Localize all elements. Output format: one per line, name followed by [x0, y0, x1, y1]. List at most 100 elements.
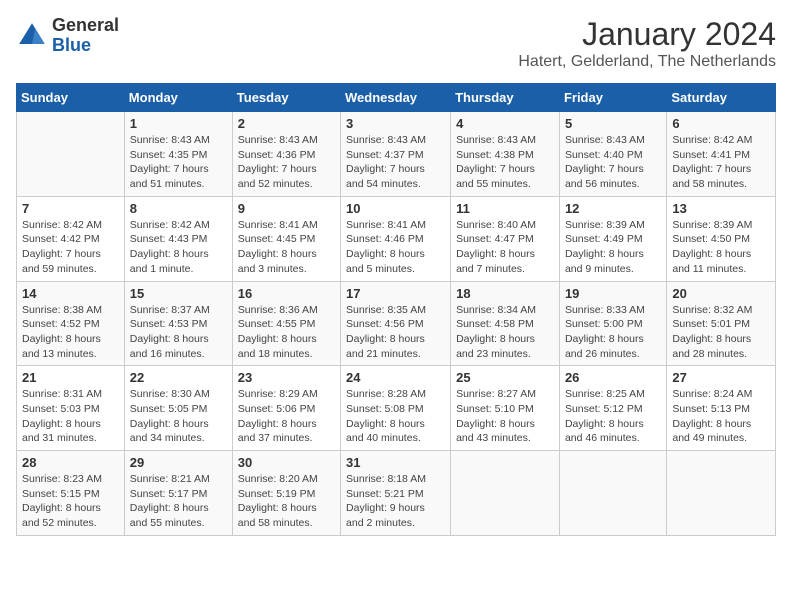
- header-day-saturday: Saturday: [667, 84, 776, 112]
- day-info: Sunrise: 8:43 AM Sunset: 4:36 PM Dayligh…: [238, 133, 335, 192]
- header-day-wednesday: Wednesday: [341, 84, 451, 112]
- calendar-cell: 25 Sunrise: 8:27 AM Sunset: 5:10 PM Dayli…: [451, 366, 560, 451]
- day-number: 21: [22, 370, 119, 385]
- calendar-header: SundayMondayTuesdayWednesdayThursdayFrid…: [17, 84, 776, 112]
- calendar-body: 1 Sunrise: 8:43 AM Sunset: 4:35 PM Daylig…: [17, 112, 776, 536]
- calendar-cell: 31 Sunrise: 8:18 AM Sunset: 5:21 PM Dayli…: [341, 451, 451, 536]
- day-number: 9: [238, 201, 335, 216]
- header-day-thursday: Thursday: [451, 84, 560, 112]
- logo-icon: [16, 20, 48, 52]
- calendar-cell: 6 Sunrise: 8:42 AM Sunset: 4:41 PM Daylig…: [667, 112, 776, 197]
- title-block: January 2024 Hatert, Gelderland, The Net…: [518, 16, 776, 71]
- calendar-cell: 7Sunrise: 8:42 AM Sunset: 4:42 PM Daylig…: [17, 196, 125, 281]
- header-day-tuesday: Tuesday: [232, 84, 340, 112]
- day-number: 16: [238, 286, 335, 301]
- calendar-table: SundayMondayTuesdayWednesdayThursdayFrid…: [16, 83, 776, 536]
- day-number: 14: [22, 286, 119, 301]
- day-number: 25: [456, 370, 554, 385]
- calendar-cell: 27Sunrise: 8:24 AM Sunset: 5:13 PM Dayli…: [667, 366, 776, 451]
- week-row-1: 7Sunrise: 8:42 AM Sunset: 4:42 PM Daylig…: [17, 196, 776, 281]
- day-info: Sunrise: 8:37 AM Sunset: 4:53 PM Dayligh…: [130, 303, 227, 362]
- week-row-4: 28Sunrise: 8:23 AM Sunset: 5:15 PM Dayli…: [17, 451, 776, 536]
- day-number: 26: [565, 370, 661, 385]
- calendar-cell: 28Sunrise: 8:23 AM Sunset: 5:15 PM Dayli…: [17, 451, 125, 536]
- day-number: 4: [456, 116, 554, 131]
- calendar-cell: 3 Sunrise: 8:43 AM Sunset: 4:37 PM Daylig…: [341, 112, 451, 197]
- calendar-cell: 17 Sunrise: 8:35 AM Sunset: 4:56 PM Dayli…: [341, 281, 451, 366]
- logo-general-text: General: [52, 16, 119, 36]
- calendar-cell: 8 Sunrise: 8:42 AM Sunset: 4:43 PM Daylig…: [124, 196, 232, 281]
- logo-text: General Blue: [52, 16, 119, 56]
- week-row-3: 21 Sunrise: 8:31 AM Sunset: 5:03 PM Dayli…: [17, 366, 776, 451]
- subtitle: Hatert, Gelderland, The Netherlands: [518, 53, 776, 71]
- calendar-cell: 1 Sunrise: 8:43 AM Sunset: 4:35 PM Daylig…: [124, 112, 232, 197]
- page-header: General Blue January 2024 Hatert, Gelder…: [16, 16, 776, 71]
- calendar-cell: 4Sunrise: 8:43 AM Sunset: 4:38 PM Daylig…: [451, 112, 560, 197]
- week-row-0: 1 Sunrise: 8:43 AM Sunset: 4:35 PM Daylig…: [17, 112, 776, 197]
- day-number: 17: [346, 286, 445, 301]
- day-info: Sunrise: 8:31 AM Sunset: 5:03 PM Dayligh…: [22, 387, 119, 446]
- calendar-cell: 18 Sunrise: 8:34 AM Sunset: 4:58 PM Dayli…: [451, 281, 560, 366]
- day-info: Sunrise: 8:42 AM Sunset: 4:41 PM Dayligh…: [672, 133, 770, 192]
- calendar-cell: 26Sunrise: 8:25 AM Sunset: 5:12 PM Dayli…: [559, 366, 666, 451]
- day-info: Sunrise: 8:42 AM Sunset: 4:42 PM Dayligh…: [22, 218, 119, 277]
- day-number: 18: [456, 286, 554, 301]
- week-row-2: 14 Sunrise: 8:38 AM Sunset: 4:52 PM Dayli…: [17, 281, 776, 366]
- day-info: Sunrise: 8:34 AM Sunset: 4:58 PM Dayligh…: [456, 303, 554, 362]
- day-info: Sunrise: 8:27 AM Sunset: 5:10 PM Dayligh…: [456, 387, 554, 446]
- calendar-cell: 9Sunrise: 8:41 AM Sunset: 4:45 PM Daylig…: [232, 196, 340, 281]
- day-number: 20: [672, 286, 770, 301]
- header-day-monday: Monday: [124, 84, 232, 112]
- calendar-cell: 13 Sunrise: 8:39 AM Sunset: 4:50 PM Dayli…: [667, 196, 776, 281]
- day-info: Sunrise: 8:18 AM Sunset: 5:21 PM Dayligh…: [346, 472, 445, 531]
- day-number: 8: [130, 201, 227, 216]
- day-info: Sunrise: 8:24 AM Sunset: 5:13 PM Dayligh…: [672, 387, 770, 446]
- day-number: 30: [238, 455, 335, 470]
- day-info: Sunrise: 8:42 AM Sunset: 4:43 PM Dayligh…: [130, 218, 227, 277]
- day-number: 3: [346, 116, 445, 131]
- day-info: Sunrise: 8:39 AM Sunset: 4:50 PM Dayligh…: [672, 218, 770, 277]
- calendar-cell: 11Sunrise: 8:40 AM Sunset: 4:47 PM Dayli…: [451, 196, 560, 281]
- calendar-cell: 20Sunrise: 8:32 AM Sunset: 5:01 PM Dayli…: [667, 281, 776, 366]
- day-number: 13: [672, 201, 770, 216]
- day-info: Sunrise: 8:39 AM Sunset: 4:49 PM Dayligh…: [565, 218, 661, 277]
- header-day-friday: Friday: [559, 84, 666, 112]
- calendar-cell: 15 Sunrise: 8:37 AM Sunset: 4:53 PM Dayli…: [124, 281, 232, 366]
- day-number: 2: [238, 116, 335, 131]
- day-number: 31: [346, 455, 445, 470]
- calendar-cell: 16Sunrise: 8:36 AM Sunset: 4:55 PM Dayli…: [232, 281, 340, 366]
- calendar-cell: 23Sunrise: 8:29 AM Sunset: 5:06 PM Dayli…: [232, 366, 340, 451]
- calendar-cell: 14 Sunrise: 8:38 AM Sunset: 4:52 PM Dayli…: [17, 281, 125, 366]
- calendar-cell: 10 Sunrise: 8:41 AM Sunset: 4:46 PM Dayli…: [341, 196, 451, 281]
- day-number: 15: [130, 286, 227, 301]
- header-day-sunday: Sunday: [17, 84, 125, 112]
- calendar-cell: 19 Sunrise: 8:33 AM Sunset: 5:00 PM Dayli…: [559, 281, 666, 366]
- day-info: Sunrise: 8:35 AM Sunset: 4:56 PM Dayligh…: [346, 303, 445, 362]
- calendar-cell: 12 Sunrise: 8:39 AM Sunset: 4:49 PM Dayli…: [559, 196, 666, 281]
- day-info: Sunrise: 8:38 AM Sunset: 4:52 PM Dayligh…: [22, 303, 119, 362]
- day-number: 11: [456, 201, 554, 216]
- day-number: 24: [346, 370, 445, 385]
- day-number: 1: [130, 116, 227, 131]
- day-number: 19: [565, 286, 661, 301]
- calendar-cell: 24 Sunrise: 8:28 AM Sunset: 5:08 PM Dayli…: [341, 366, 451, 451]
- calendar-cell: [451, 451, 560, 536]
- day-info: Sunrise: 8:43 AM Sunset: 4:40 PM Dayligh…: [565, 133, 661, 192]
- day-info: Sunrise: 8:43 AM Sunset: 4:35 PM Dayligh…: [130, 133, 227, 192]
- logo: General Blue: [16, 16, 119, 56]
- day-number: 10: [346, 201, 445, 216]
- calendar-cell: [17, 112, 125, 197]
- day-number: 5: [565, 116, 661, 131]
- calendar-cell: 22Sunrise: 8:30 AM Sunset: 5:05 PM Dayli…: [124, 366, 232, 451]
- day-number: 6: [672, 116, 770, 131]
- calendar-cell: [667, 451, 776, 536]
- day-info: Sunrise: 8:20 AM Sunset: 5:19 PM Dayligh…: [238, 472, 335, 531]
- day-info: Sunrise: 8:33 AM Sunset: 5:00 PM Dayligh…: [565, 303, 661, 362]
- day-info: Sunrise: 8:30 AM Sunset: 5:05 PM Dayligh…: [130, 387, 227, 446]
- day-info: Sunrise: 8:43 AM Sunset: 4:37 PM Dayligh…: [346, 133, 445, 192]
- calendar-cell: 30 Sunrise: 8:20 AM Sunset: 5:19 PM Dayli…: [232, 451, 340, 536]
- day-number: 12: [565, 201, 661, 216]
- calendar-cell: 21 Sunrise: 8:31 AM Sunset: 5:03 PM Dayli…: [17, 366, 125, 451]
- day-info: Sunrise: 8:41 AM Sunset: 4:46 PM Dayligh…: [346, 218, 445, 277]
- day-info: Sunrise: 8:28 AM Sunset: 5:08 PM Dayligh…: [346, 387, 445, 446]
